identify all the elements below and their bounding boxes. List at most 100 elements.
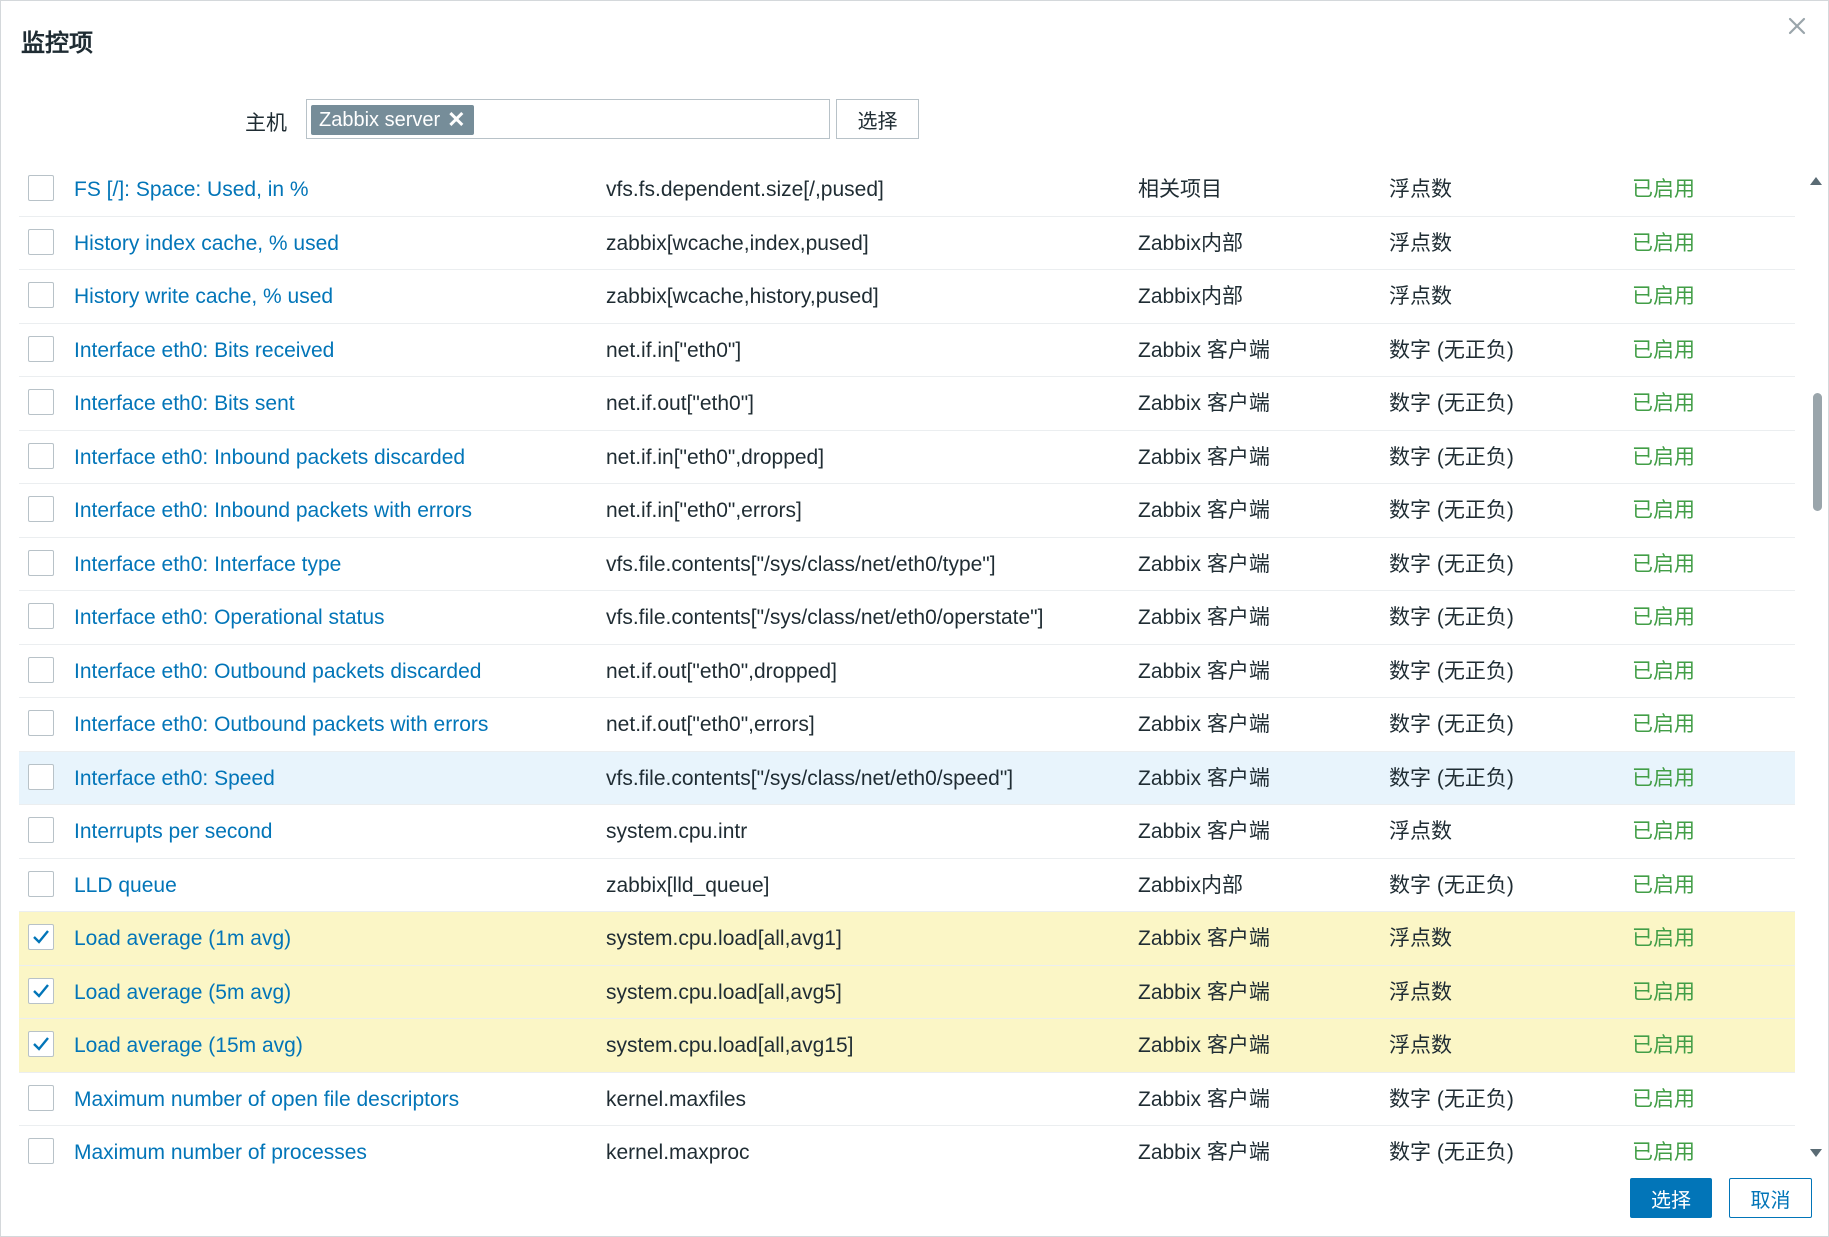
item-checkbox[interactable] [28, 603, 54, 629]
list-scrollbar[interactable] [1807, 173, 1825, 1161]
item-value-type: 数字 (无正负) [1389, 713, 1514, 736]
item-name-link[interactable]: Interface eth0: Operational status [74, 591, 385, 644]
item-type: Zabbix 客户端 [1138, 606, 1270, 629]
item-type: Zabbix 客户端 [1138, 927, 1270, 950]
item-name-link[interactable]: Interface eth0: Inbound packets discarde… [74, 431, 465, 484]
item-name-link[interactable]: Load average (15m avg) [74, 1019, 303, 1072]
list-item[interactable]: Maximum number of open file descriptors k… [19, 1073, 1795, 1126]
item-type: Zabbix 客户端 [1138, 1034, 1270, 1057]
item-type: Zabbix 客户端 [1138, 820, 1270, 843]
list-item[interactable]: History write cache, % used zabbix[wcache… [19, 270, 1795, 324]
item-checkbox[interactable] [28, 496, 54, 522]
select-button[interactable]: 选择 [1630, 1178, 1712, 1218]
item-checkbox[interactable] [28, 656, 54, 683]
item-checkbox[interactable] [28, 335, 54, 362]
scroll-down-icon[interactable] [1810, 1149, 1822, 1157]
item-name-link[interactable]: Load average (1m avg) [74, 912, 291, 965]
item-name-link[interactable]: Interface eth0: Outbound packets discard… [74, 645, 481, 698]
item-key: vfs.file.contents["/sys/class/net/eth0/o… [606, 606, 1044, 629]
list-item[interactable]: Interface eth0: Outbound packets discard… [19, 645, 1795, 698]
item-name-link[interactable]: Maximum number of open file descriptors [74, 1073, 459, 1126]
item-checkbox[interactable] [28, 175, 54, 201]
item-name-link[interactable]: History write cache, % used [74, 270, 333, 323]
item-checkbox[interactable] [28, 228, 54, 255]
list-item[interactable]: Load average (15m avg) system.cpu.load[al… [19, 1019, 1795, 1073]
scroll-up-icon[interactable] [1810, 177, 1822, 185]
item-checkbox[interactable] [28, 389, 54, 415]
host-multiselect-input[interactable]: Zabbix server ✕ [306, 99, 830, 139]
host-chip: Zabbix server ✕ [311, 105, 474, 135]
item-checkbox[interactable] [28, 977, 54, 1004]
item-name-link[interactable]: Interface eth0: Interface type [74, 538, 341, 591]
list-item[interactable]: Interface eth0: Operational status vfs.fi… [19, 591, 1795, 645]
list-item[interactable]: LLD queue zabbix[lld_queue] Zabbix内部 数字 (无正… [19, 859, 1795, 912]
item-status: 已启用 [1632, 873, 1695, 897]
chip-remove-icon[interactable]: ✕ [447, 109, 465, 131]
item-name-link[interactable]: Interface eth0: Inbound packets with err… [74, 484, 472, 537]
item-value-type: 数字 (无正负) [1389, 338, 1514, 362]
list-item[interactable]: Load average (1m avg) system.cpu.load[all… [19, 912, 1795, 966]
item-checkbox[interactable] [28, 924, 54, 950]
checkmark-icon [33, 930, 49, 944]
item-checkbox[interactable] [28, 710, 54, 736]
item-status: 已启用 [1632, 1034, 1695, 1057]
item-type: Zabbix 客户端 [1138, 338, 1270, 362]
item-checkbox[interactable] [28, 549, 54, 576]
list-item[interactable]: History index cache, % used zabbix[wcache… [19, 217, 1795, 270]
item-checkbox[interactable] [28, 442, 54, 469]
item-name-link[interactable]: Interface eth0: Bits received [74, 324, 334, 377]
list-item[interactable]: Load average (5m avg) system.cpu.load[all… [19, 965, 1795, 1019]
item-status: 已启用 [1632, 1141, 1695, 1164]
host-filter-row: 主机 Zabbix server ✕ 选择 [1, 99, 1828, 141]
item-status: 已启用 [1632, 445, 1695, 469]
item-value-type: 数字 (无正负) [1389, 659, 1514, 683]
list-item[interactable]: Interface eth0: Speed vfs.file.contents["… [19, 751, 1795, 805]
item-checkbox[interactable] [28, 1031, 54, 1057]
close-icon[interactable] [1782, 11, 1812, 41]
item-type: Zabbix 客户端 [1138, 445, 1270, 469]
item-checkbox[interactable] [28, 763, 54, 790]
list-item[interactable]: Interface eth0: Bits received net.if.in["… [19, 324, 1795, 377]
item-checkbox[interactable] [28, 1138, 54, 1164]
item-name-link[interactable]: Maximum number of processes [74, 1126, 367, 1165]
item-name-link[interactable]: Interface eth0: Bits sent [74, 377, 295, 430]
cancel-button[interactable]: 取消 [1729, 1178, 1812, 1218]
scroll-thumb[interactable] [1813, 393, 1822, 511]
host-chip-label: Zabbix server [319, 108, 441, 131]
list-item[interactable]: Maximum number of processes kernel.maxpro… [19, 1126, 1795, 1165]
item-checkbox[interactable] [28, 1084, 54, 1111]
host-select-button[interactable]: 选择 [836, 99, 919, 139]
item-name-link[interactable]: History index cache, % used [74, 217, 339, 270]
item-key: vfs.file.contents["/sys/class/net/eth0/t… [606, 552, 996, 576]
item-key: zabbix[lld_queue] [606, 873, 770, 897]
item-name-link[interactable]: FS [/]: Space: Used, in % [74, 163, 309, 216]
item-name-link[interactable]: LLD queue [74, 859, 177, 912]
list-item[interactable]: Interface eth0: Interface type vfs.file.c… [19, 538, 1795, 591]
item-type: Zabbix 客户端 [1138, 499, 1270, 522]
item-key: kernel.maxproc [606, 1141, 750, 1164]
item-name-link[interactable]: Interrupts per second [74, 805, 272, 858]
list-item[interactable]: Interface eth0: Bits sent net.if.out["eth… [19, 377, 1795, 431]
item-status: 已启用 [1632, 1087, 1695, 1111]
item-checkbox[interactable] [28, 282, 54, 308]
list-item[interactable]: Interface eth0: Inbound packets discarde… [19, 431, 1795, 484]
item-key: net.if.in["eth0",errors] [606, 499, 802, 522]
list-item[interactable]: Interrupts per second system.cpu.intr Zabb… [19, 805, 1795, 859]
item-value-type: 浮点数 [1389, 1034, 1452, 1057]
item-checkbox[interactable] [28, 870, 54, 897]
list-item[interactable]: FS [/]: Space: Used, in % vfs.fs.dependen… [19, 163, 1795, 217]
list-item[interactable]: Interface eth0: Outbound packets with er… [19, 698, 1795, 752]
item-key: system.cpu.load[all,avg15] [606, 1034, 854, 1057]
item-name-link[interactable]: Interface eth0: Outbound packets with er… [74, 698, 488, 751]
item-name-link[interactable]: Load average (5m avg) [74, 966, 291, 1019]
dialog-title: 监控项 [21, 29, 93, 57]
item-value-type: 数字 (无正负) [1389, 606, 1514, 629]
item-key: kernel.maxfiles [606, 1087, 747, 1111]
item-value-type: 浮点数 [1389, 927, 1452, 950]
item-name-link[interactable]: Interface eth0: Speed [74, 752, 275, 805]
item-type: Zabbix内部 [1138, 231, 1244, 255]
item-value-type: 浮点数 [1389, 980, 1452, 1004]
item-type: Zabbix 客户端 [1138, 1141, 1270, 1164]
item-checkbox[interactable] [28, 817, 54, 843]
list-item[interactable]: Interface eth0: Inbound packets with err… [19, 484, 1795, 538]
